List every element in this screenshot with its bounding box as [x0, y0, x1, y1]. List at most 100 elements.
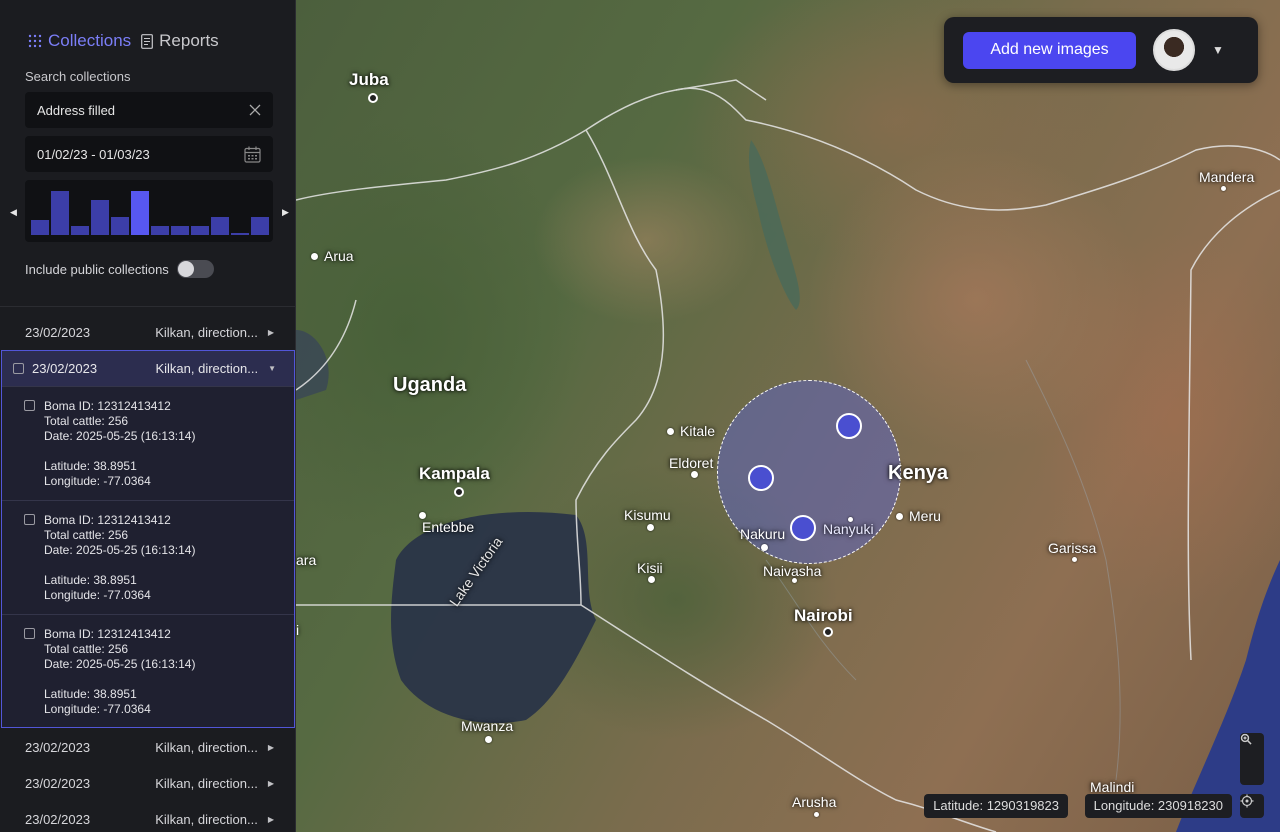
histogram-bars: [31, 191, 269, 235]
total-cattle: Total cattle: 256: [44, 414, 129, 428]
tab-label: Reports: [159, 31, 219, 50]
histogram-bar[interactable]: [251, 217, 269, 235]
place-label: Malindi: [1090, 779, 1135, 795]
boma-id: Boma ID: 12312413412: [44, 399, 171, 413]
zoom-out-icon[interactable]: [1240, 733, 1264, 785]
add-new-images-button[interactable]: Add new images: [963, 31, 1136, 69]
histogram-next-icon[interactable]: ▶: [282, 207, 289, 218]
place-label: Eldoret: [669, 455, 714, 471]
place-label: Mandera: [1199, 169, 1255, 185]
city-dot: [667, 428, 674, 435]
histogram-bar[interactable]: [211, 217, 229, 235]
histogram-bar[interactable]: [31, 220, 49, 235]
boma-entry[interactable]: Boma ID: 12312413412 Total cattle: 256 D…: [2, 386, 294, 500]
place-label: Arusha: [792, 794, 837, 810]
boma-marker[interactable]: [748, 465, 774, 491]
place-label: Nairobi: [794, 606, 853, 625]
place-label: ara: [296, 552, 317, 568]
entry-latitude: Latitude: 38.8951: [44, 573, 137, 587]
entry-checkbox[interactable]: [24, 400, 35, 411]
city-dot: [1221, 186, 1226, 191]
capital-marker: [368, 93, 378, 103]
expanded-collection: 23/02/2023 Kilkan, direction... ▼ Boma I…: [1, 350, 295, 728]
map-view[interactable]: Juba Arua Uganda Kampala Entebbe Lake Vi…: [296, 0, 1280, 832]
entry-checkbox[interactable]: [24, 628, 35, 639]
collection-row[interactable]: 23/02/2023 Kilkan, direction... ▶: [0, 801, 295, 832]
chevron-down-icon: ▼: [268, 364, 276, 373]
boma-marker[interactable]: [836, 413, 862, 439]
histogram-bar[interactable]: [171, 226, 189, 235]
boma-entry[interactable]: Boma ID: 12312413412 Total cattle: 256 D…: [2, 614, 294, 728]
entry-longitude: Longitude: -77.0364: [44, 588, 151, 602]
collection-date: 23/02/2023: [25, 775, 91, 791]
city-dot: [848, 517, 853, 522]
place-label: Nanyuki: [823, 521, 874, 537]
city-dot: [419, 512, 426, 519]
longitude-readout: Longitude: 230918230: [1084, 794, 1232, 818]
place-label: Naivasha: [763, 563, 822, 579]
search-value: Address filled: [37, 102, 116, 118]
chevron-down-icon[interactable]: ▼: [1212, 43, 1224, 57]
boma-marker[interactable]: [790, 515, 816, 541]
place-label: Meru: [909, 508, 941, 524]
histogram-bar[interactable]: [131, 191, 149, 235]
tab-reports[interactable]: Reports: [141, 31, 219, 51]
place-label: i: [296, 622, 300, 638]
zoom-controls: [1240, 733, 1264, 785]
collection-row[interactable]: 23/02/2023 Kilkan, direction... ▶: [0, 765, 295, 801]
collection-name: Kilkan, direction...: [155, 811, 258, 827]
divider: [0, 306, 295, 307]
boma-id: Boma ID: 12312413412: [44, 513, 171, 527]
collection-row[interactable]: 23/02/2023 Kilkan, direction... ▶: [0, 314, 295, 350]
city-dot: [896, 513, 903, 520]
date-histogram[interactable]: [25, 180, 273, 242]
collection-checkbox[interactable]: [13, 363, 24, 374]
include-public-label: Include public collections: [25, 261, 169, 277]
clear-icon[interactable]: [249, 104, 261, 116]
collection-name: Kilkan, direction...: [155, 324, 258, 340]
city-dot: [485, 736, 492, 743]
chevron-right-icon: ▶: [267, 742, 274, 752]
city-dot: [311, 253, 318, 260]
search-input[interactable]: Address filled: [25, 92, 273, 128]
histogram-bar[interactable]: [191, 226, 209, 235]
histogram-bar[interactable]: [151, 226, 169, 235]
collection-date: 23/02/2023: [32, 361, 98, 376]
place-label: Kisumu: [624, 507, 671, 523]
boma-entry[interactable]: Boma ID: 12312413412 Total cattle: 256 D…: [2, 500, 294, 614]
histogram-prev-icon[interactable]: ◀: [10, 207, 17, 218]
country-label: Kenya: [888, 462, 949, 484]
locate-icon[interactable]: [1240, 794, 1264, 818]
place-label: Nakuru: [740, 526, 786, 542]
place-label: Juba: [349, 70, 389, 89]
city-dot: [691, 471, 698, 478]
chevron-right-icon: ▶: [267, 778, 274, 788]
histogram-bar[interactable]: [71, 226, 89, 235]
entry-date: Date: 2025-05-25 (16:13:14): [44, 657, 196, 671]
histogram-bar[interactable]: [231, 233, 249, 235]
entry-checkbox[interactable]: [24, 514, 35, 525]
tab-collections[interactable]: Collections: [28, 31, 131, 51]
histogram-bar[interactable]: [51, 191, 69, 235]
header-card: Add new images ▼: [944, 17, 1258, 83]
collection-row-selected[interactable]: 23/02/2023 Kilkan, direction... ▼: [2, 351, 294, 386]
grid-icon: [28, 34, 42, 48]
city-dot: [792, 578, 797, 583]
include-public-toggle[interactable]: [176, 260, 214, 278]
calendar-icon[interactable]: [244, 146, 261, 163]
sidebar: Collections Reports Search collections A…: [0, 0, 296, 832]
collection-name: Kilkan, direction...: [155, 361, 259, 376]
date-range-input[interactable]: 01/02/23 - 01/03/23: [25, 136, 273, 172]
city-dot: [647, 524, 654, 531]
city-dot: [1072, 557, 1077, 562]
place-label: Kitale: [680, 423, 716, 439]
histogram-bar[interactable]: [91, 200, 109, 235]
histogram-bar[interactable]: [111, 217, 129, 235]
entry-latitude: Latitude: 38.8951: [44, 459, 137, 473]
city-dot: [648, 576, 655, 583]
boma-id: Boma ID: 12312413412: [44, 627, 171, 641]
collection-row[interactable]: 23/02/2023 Kilkan, direction... ▶: [0, 729, 295, 765]
place-label: Arua: [324, 248, 354, 264]
total-cattle: Total cattle: 256: [44, 642, 129, 656]
avatar[interactable]: [1153, 29, 1195, 71]
